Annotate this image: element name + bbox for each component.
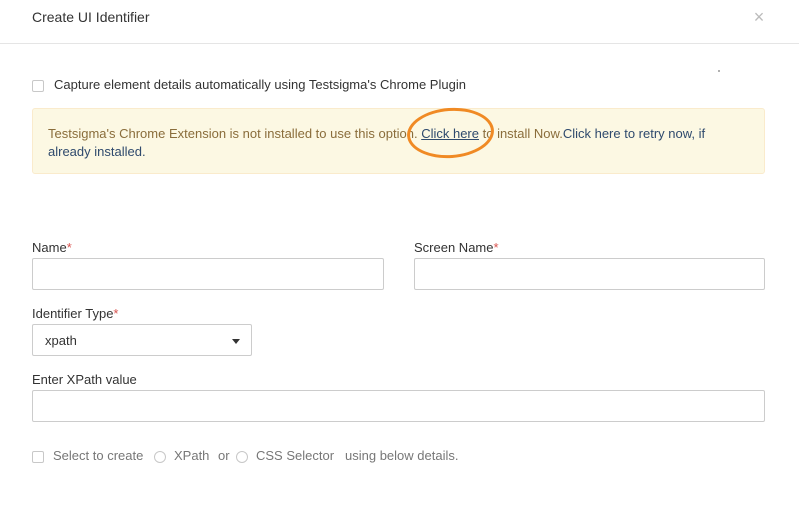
extension-warning-alert: Testsigma's Chrome Extension is not inst…	[32, 108, 765, 174]
decorative-dot	[718, 70, 720, 72]
required-mark: *	[66, 240, 72, 255]
install-extension-link[interactable]: Click here	[421, 126, 479, 141]
required-mark: *	[113, 306, 119, 321]
screen-name-input[interactable]	[414, 258, 765, 290]
xpath-value-input[interactable]	[32, 390, 765, 422]
identifier-type-label-text: Identifier Type	[32, 306, 114, 321]
create-ui-identifier-dialog: Create UI Identifier × Capture element d…	[0, 0, 799, 511]
capture-checkbox[interactable]	[32, 80, 44, 92]
builder-suffix: using below details.	[345, 448, 459, 463]
identifier-type-label: Identifier Type*	[32, 306, 118, 321]
create-selector-checkbox[interactable]	[32, 451, 44, 463]
xpath-value-label: Enter XPath value	[32, 372, 137, 387]
dialog-title: Create UI Identifier	[32, 9, 150, 25]
screen-name-label-text: Screen Name	[414, 240, 494, 255]
alert-install-suffix: to install Now.	[482, 126, 563, 141]
close-icon[interactable]: ×	[751, 8, 767, 26]
xpath-option-label: XPath	[174, 448, 210, 463]
screen-name-label: Screen Name*	[414, 240, 499, 255]
css-selector-option-label: CSS Selector	[256, 448, 335, 463]
name-label-text: Name	[32, 240, 67, 255]
dialog-header: Create UI Identifier ×	[0, 0, 799, 44]
or-text: or	[218, 448, 230, 463]
chevron-down-icon	[232, 339, 240, 344]
name-input[interactable]	[32, 258, 384, 290]
name-label: Name*	[32, 240, 72, 255]
capture-label: Capture element details automatically us…	[54, 77, 466, 92]
identifier-type-select[interactable]: xpath	[32, 324, 252, 356]
css-selector-radio[interactable]	[236, 451, 248, 463]
select-to-create-label: Select to create	[53, 448, 144, 463]
xpath-radio[interactable]	[154, 451, 166, 463]
identifier-type-value: xpath	[45, 333, 77, 348]
required-mark: *	[493, 240, 499, 255]
alert-text: Testsigma's Chrome Extension is not inst…	[48, 126, 418, 141]
